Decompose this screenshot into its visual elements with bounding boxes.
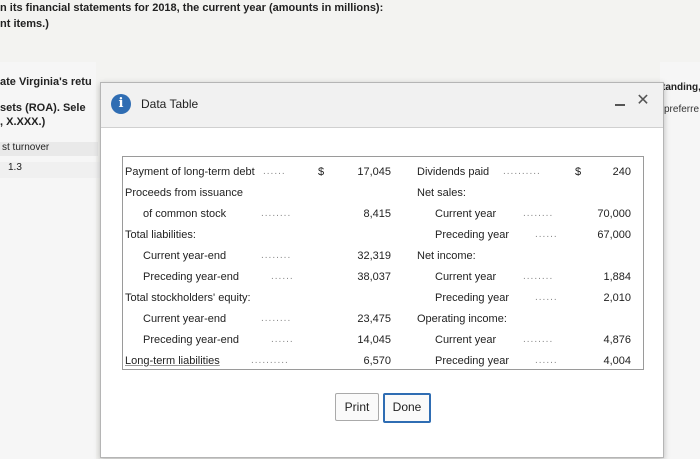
question-snippet: preferre <box>664 104 700 115</box>
table-row-value: 2,010 <box>603 292 631 304</box>
table-row-label: Total stockholders' equity: <box>125 292 251 304</box>
table-row-label: Operating income: <box>417 313 507 325</box>
right-question-panel <box>660 62 700 459</box>
leader-dots: ........ <box>523 334 554 345</box>
dialog-header: i Data Table ✕ <box>101 83 663 128</box>
table-row-value: 23,475 <box>357 313 391 325</box>
table-row-value: 4,876 <box>603 334 631 346</box>
leader-dots: ........ <box>523 271 554 282</box>
question-snippet: , X.XXX.) <box>0 116 46 128</box>
table-row-value: 6,570 <box>363 355 391 367</box>
table-row-label: Current year <box>435 271 497 283</box>
table-row-value: 17,045 <box>357 166 391 178</box>
leader-dots: .......... <box>503 166 541 177</box>
table-row-value: 67,000 <box>597 229 631 241</box>
table-row-label: of common stock <box>143 208 227 220</box>
table-row-value: 38,037 <box>357 271 391 283</box>
table-row-value: 32,319 <box>357 250 391 262</box>
question-snippet: tanding, <box>662 82 700 93</box>
table-row-value: 1,884 <box>603 271 631 283</box>
table-row-label: Current year <box>435 334 497 346</box>
table-row-value: 4,004 <box>603 355 631 367</box>
table-row-label: Preceding year-end <box>143 271 240 283</box>
leader-dots: ...... <box>271 334 294 345</box>
minimize-icon[interactable] <box>613 95 627 109</box>
table-row-label: Preceding year <box>435 292 509 304</box>
table-row-value: 240 <box>612 166 631 178</box>
table-row-label: Current year-end <box>143 313 227 325</box>
dollar-sign: $ <box>575 166 582 178</box>
table-row-value: 70,000 <box>597 208 631 220</box>
leader-dots: ........ <box>261 313 292 324</box>
table-row-label: Proceeds from issuance <box>125 187 243 199</box>
leader-dots: ...... <box>271 271 294 282</box>
turnover-value: 1.3 <box>0 162 104 178</box>
leader-dots: ...... <box>535 229 558 240</box>
table-row-label: Preceding year <box>435 229 509 241</box>
leader-dots: ........ <box>523 208 554 219</box>
dialog-title: Data Table <box>141 97 199 111</box>
table-row-label: Total liabilities: <box>125 229 196 241</box>
leader-dots: .......... <box>251 355 289 366</box>
question-text-line: nt items.) <box>0 18 49 30</box>
question-snippet: ate Virginia's retu <box>0 76 92 88</box>
question-snippet: sets (ROA). Sele <box>0 102 86 114</box>
close-icon[interactable]: ✕ <box>635 93 651 109</box>
leader-dots: ........ <box>261 208 292 219</box>
dollar-sign: $ <box>318 166 325 178</box>
data-table-dialog: i Data Table ✕ Payment of long-term debt… <box>100 82 664 458</box>
leader-dots: ...... <box>535 355 558 366</box>
table-row-label: Preceding year-end <box>143 334 240 346</box>
table-row-label: Current year-end <box>143 250 227 262</box>
table-row-label: Net income: <box>417 250 476 262</box>
leader-dots: ...... <box>535 292 558 303</box>
leader-dots: ........ <box>261 250 292 261</box>
table-row-label: Long-term liabilities <box>125 355 220 367</box>
table-row-label: Net sales: <box>417 187 466 199</box>
data-table: Payment of long-term debt ...... $ 17,04… <box>122 156 644 370</box>
done-button[interactable]: Done <box>383 393 431 423</box>
table-row-label: Dividends paid <box>417 166 490 178</box>
table-row-label: Payment of long-term debt <box>125 166 255 178</box>
table-row-value: 8,415 <box>363 208 391 220</box>
table-row-label: Preceding year <box>435 355 509 367</box>
question-text-line: n its financial statements for 2018, the… <box>0 2 384 14</box>
print-button[interactable]: Print <box>335 393 379 421</box>
table-row-label: Current year <box>435 208 497 220</box>
leader-dots: ...... <box>263 166 286 177</box>
turnover-header: st turnover <box>0 142 98 156</box>
table-row-value: 14,045 <box>357 334 391 346</box>
info-icon: i <box>111 94 131 114</box>
